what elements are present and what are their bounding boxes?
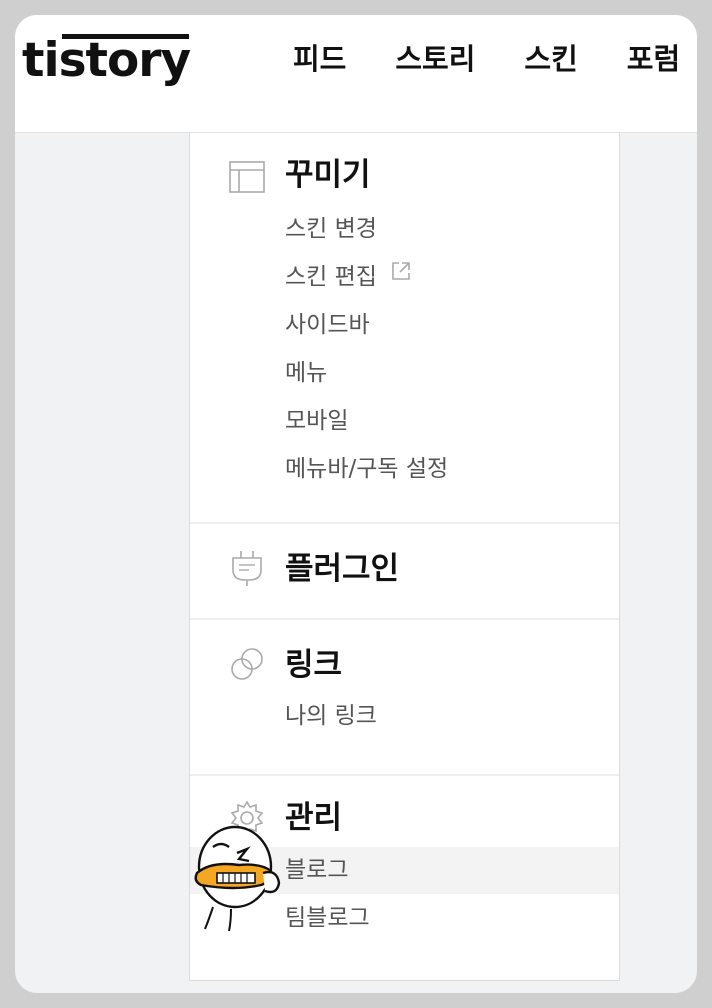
layout-icon [227,156,267,196]
mascot-character [191,825,291,935]
menu-item-menu[interactable]: 메뉴 [190,350,619,397]
link-icon [227,644,267,684]
menu-item-sidebar[interactable]: 사이드바 [190,302,619,349]
logo-text: tistory [22,33,191,88]
section-link: 링크 나의 링크 [190,620,619,774]
nav-forum[interactable]: 포럼 [627,41,680,77]
menu-item-skin-edit[interactable]: 스킨 편집 [190,254,619,301]
top-header: tistory 피드 스토리 스킨 포럼 [15,15,697,133]
logo-bar [62,34,189,39]
app-frame: tistory 피드 스토리 스킨 포럼 ㅈ 꾸미기 스킨 변경 [15,15,697,993]
menu-item-menubar-subscribe[interactable]: 메뉴바/구독 설정 [190,446,619,493]
section-title-plugin[interactable]: 플러그인 [285,549,399,589]
top-nav: 피드 스토리 스킨 포럼 [293,41,697,77]
menu-item-label: 스킨 편집 [285,264,377,290]
external-link-icon [390,252,412,299]
section-title-decorate[interactable]: 꾸미기 [285,155,371,195]
section-title-manage[interactable]: 관리 [285,798,342,838]
nav-skin[interactable]: 스킨 [524,41,577,77]
tistory-logo[interactable]: tistory [22,31,192,91]
section-plugin: 플러그인 [190,524,619,618]
menu-item-my-links[interactable]: 나의 링크 [190,693,619,740]
menu-item-skin-change[interactable]: 스킨 변경 [190,206,619,253]
nav-story[interactable]: 스토리 [395,41,475,77]
menu-item-mobile[interactable]: 모바일 [190,398,619,445]
plug-icon [227,548,267,588]
nav-feed[interactable]: 피드 [293,41,346,77]
section-title-link[interactable]: 링크 [285,645,342,685]
section-decorate: 꾸미기 스킨 변경 스킨 편집 사이드바 메뉴 모바일 메뉴바/구독 설정 [190,133,619,523]
